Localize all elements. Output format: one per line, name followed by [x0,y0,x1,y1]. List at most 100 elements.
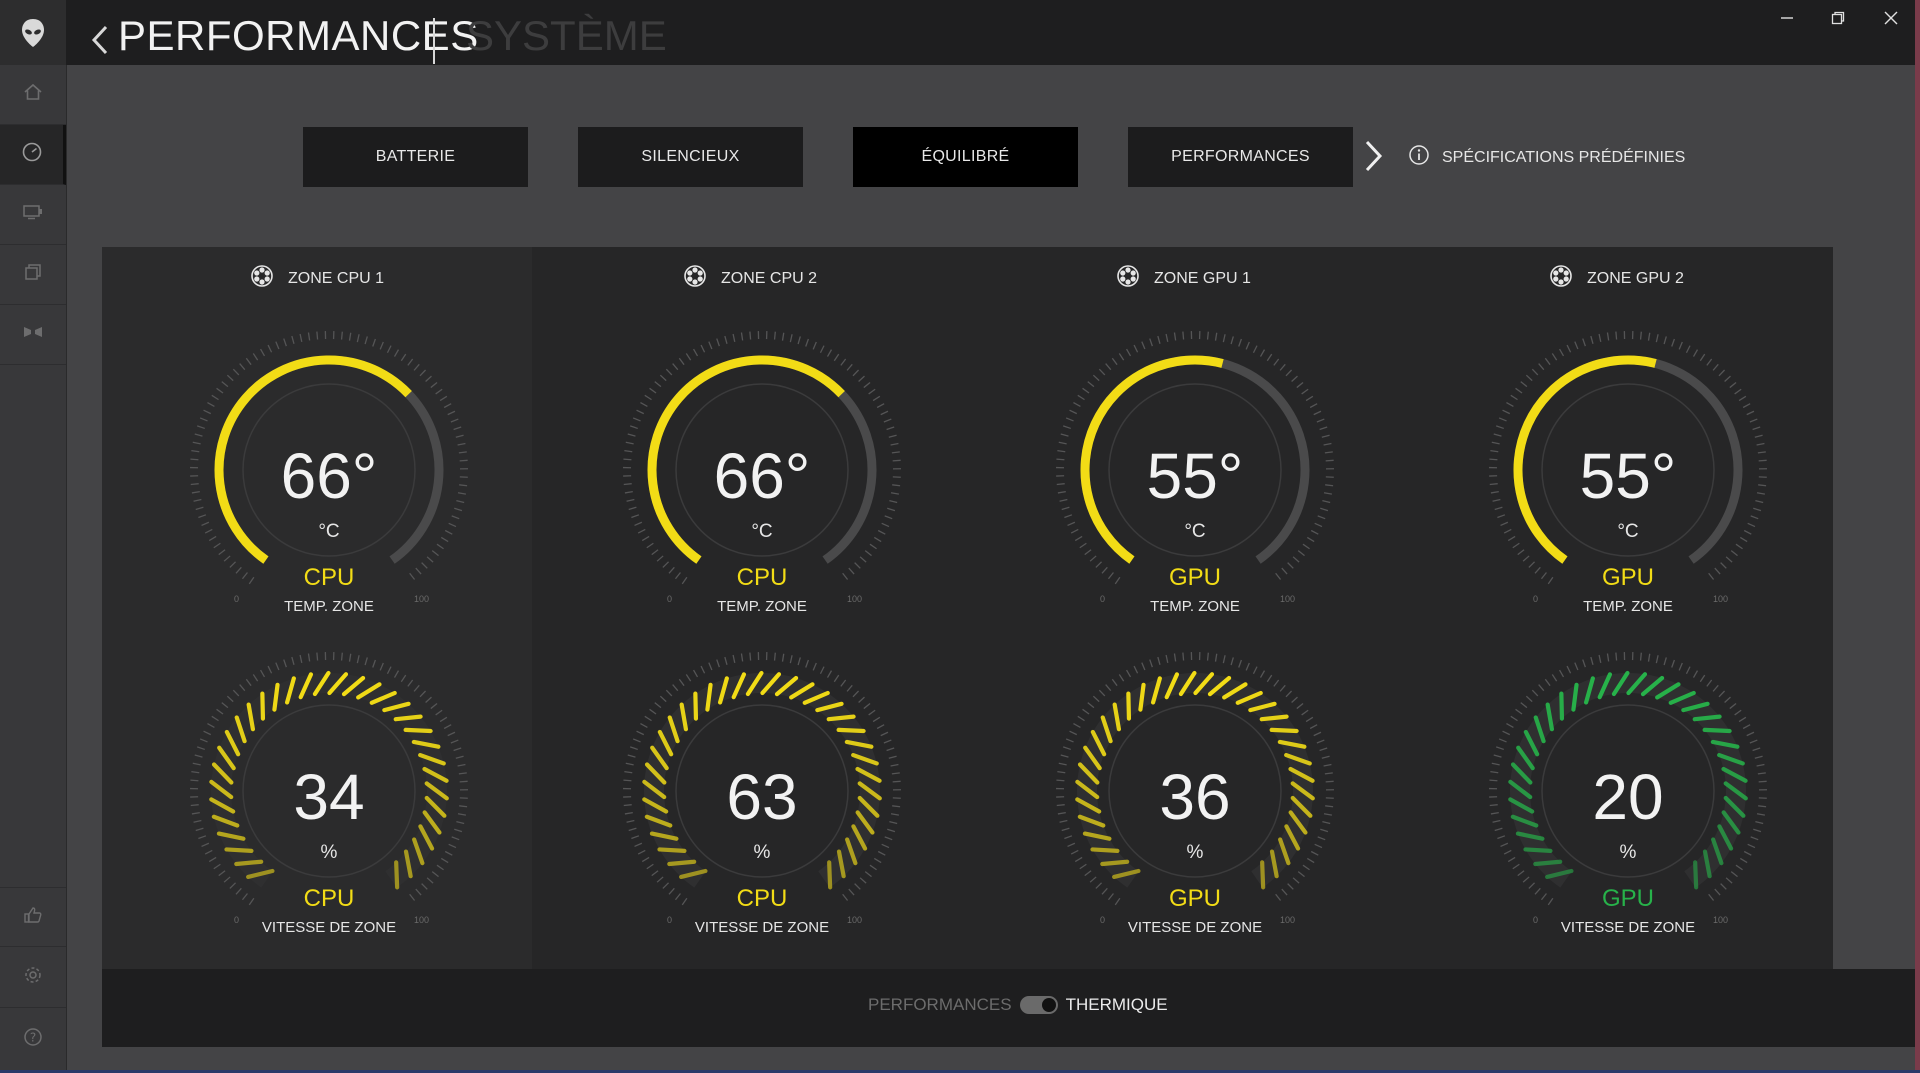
minimize-icon[interactable] [1767,2,1807,34]
preset-batterie-button[interactable]: BATTERIE [303,127,528,187]
gauge-tick [1173,653,1177,662]
chevron-right-icon[interactable] [1358,136,1388,176]
gauge-tick [1111,678,1118,687]
gauge-tick [1317,515,1326,520]
gauge-tick [1531,368,1539,376]
gauge-tick [1497,835,1506,840]
page-title: PERFORMANCES [118,12,479,59]
gauge-blade [1259,714,1289,722]
gauge-tick [1157,656,1161,665]
gauge-tick [340,331,343,340]
preset-silencieux-button[interactable]: SILENCIEUX [578,127,803,187]
gauge-tick [819,345,825,354]
gauge-tick [413,684,420,692]
gauge-tick [1245,662,1250,671]
gauge-tick [708,662,713,671]
sidebar-item-performances[interactable] [0,125,66,185]
gauge-label: CPU [736,885,788,912]
gauge-tick [883,739,892,744]
gauge-tick [858,696,865,703]
gauge-blade [1692,714,1722,722]
gauge-tick [1214,653,1218,662]
fan-speed-gauge-gpu-2: 20 % GPU VITESSE DE ZONE 0 100 [1488,651,1768,941]
gauge-tick [708,341,713,350]
gauge-tick [1105,363,1112,371]
gauge-tick [672,363,679,371]
predefined-specs-label: SPÉCIFICATIONS PRÉDÉFINIES [1442,148,1686,166]
gauge-tick [1685,666,1691,675]
gauge-tick [1558,348,1565,357]
gauge-tick [1752,426,1761,431]
mode-label-thermique[interactable]: THERMIQUE [1066,995,1168,1015]
gauge-tick [218,870,226,877]
fan-blade [1125,279,1131,285]
gauge-tick [1582,338,1586,347]
gauge-tick [627,754,636,758]
gauge-tick [1230,657,1234,666]
close-icon[interactable] [1871,2,1911,34]
gauge-tick [1092,695,1100,703]
fan-blade [259,267,265,273]
gauge-tick [211,394,219,401]
gauge-tick [1062,425,1071,430]
sidebar-item-layers[interactable] [0,245,66,305]
sidebar-item-settings[interactable] [0,948,66,1008]
toggle-switch[interactable] [1019,996,1058,1014]
svg-text:?: ? [30,1030,36,1044]
gauge-tick [379,662,384,671]
gauge-tick [283,338,287,347]
fan-blade [1558,279,1564,285]
gauge-tick [1506,402,1514,408]
view-mode-toggle[interactable]: PERFORMANCES THERMIQUE [868,995,1168,1015]
gauge-tick [1266,353,1273,362]
gauge-tick [1292,556,1300,563]
mode-label-performances[interactable]: PERFORMANCES [868,995,1012,1015]
gauge-tick [393,670,400,678]
gauge-unit: °C [751,521,773,542]
gauge-tick [1173,332,1177,341]
gauge-tick [1754,434,1763,438]
chevron-left-icon[interactable] [86,20,114,60]
gauge-tick [439,716,448,723]
sidebar-item-help[interactable]: ? [0,1009,66,1069]
gauge-blade [393,714,423,722]
alien-head-icon[interactable] [0,0,66,65]
gauge-tick [1663,657,1667,666]
fan-blade [1553,276,1559,282]
gauge-value: 34 [293,761,365,833]
gauge-unit: °C [1617,521,1639,542]
gauge-tick [1320,828,1329,833]
predefined-specs-link[interactable]: SPÉCIFICATIONS PRÉDÉFINIES [1408,144,1685,171]
gauge-tick [1655,655,1659,664]
gauge-tick [716,338,720,347]
gauge-tick [1531,689,1539,697]
gauge-tick [659,695,667,703]
gauge-tick [880,731,889,737]
gauge-tick [886,426,895,431]
gauge-tick [1734,388,1742,395]
gauge-tick [1133,665,1139,674]
sidebar-item-display[interactable] [0,185,66,245]
gauge-tick [1655,334,1659,343]
gauge-tick [216,387,224,394]
gauge-tick [868,388,876,395]
gauge-tick [1141,341,1146,350]
preset-performances-button[interactable]: PERFORMANCES [1128,127,1353,187]
gauge-tick [724,335,728,344]
gauge-label: CPU [303,564,355,591]
sidebar-item-audio[interactable] [0,305,66,365]
sidebar: ? [0,65,67,1070]
sidebar-item-feedback[interactable] [0,887,66,947]
gauge-min: 0 [1533,594,1539,604]
gauge-tick [1062,746,1071,751]
gauge-tick [425,375,432,382]
gauge-min: 0 [1100,915,1106,925]
sidebar-item-home[interactable] [0,65,66,125]
restore-icon[interactable] [1818,2,1858,34]
tab-systeme[interactable]: SYSTÈME [466,12,667,60]
gauge-tick [1525,374,1533,382]
gauge-tick [1077,394,1085,401]
gauge-tick [872,716,881,723]
gauge-tick [252,353,259,361]
preset-equilibre-button[interactable]: ÉQUILIBRÉ [853,127,1078,187]
